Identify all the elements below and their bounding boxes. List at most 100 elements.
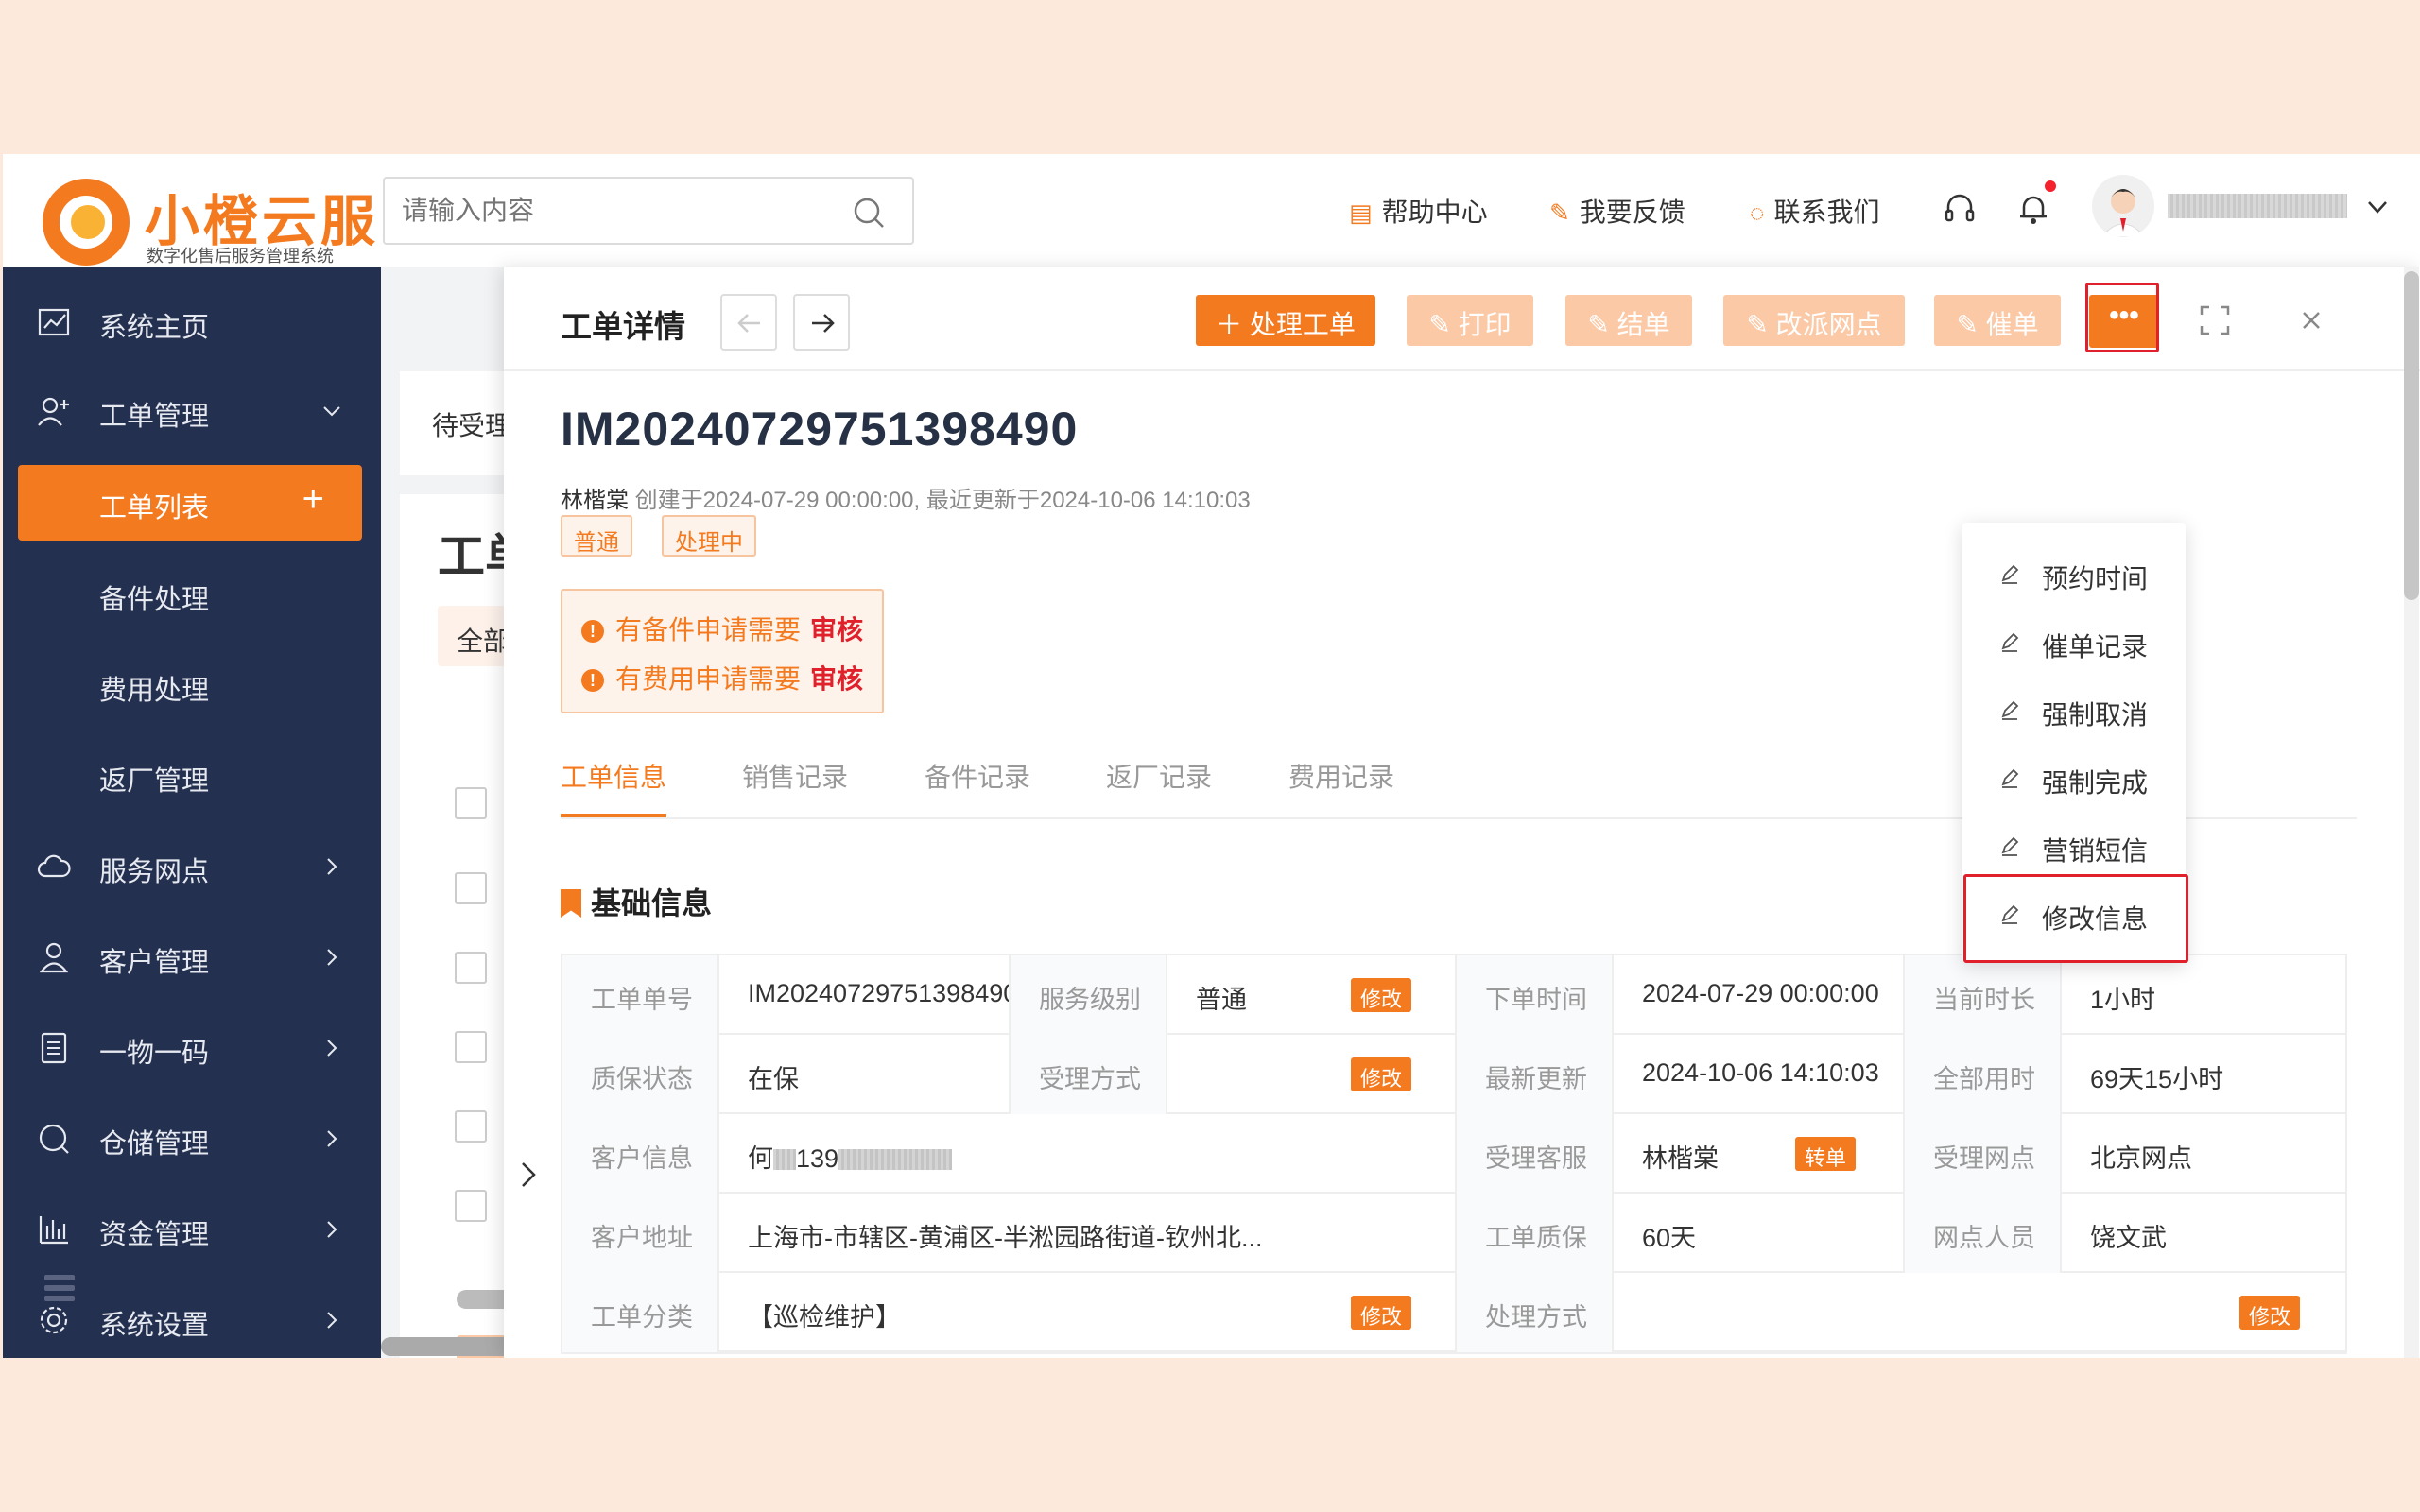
sidebar-item-home[interactable]: 系统主页 (3, 284, 381, 360)
sidebar-item-funds[interactable]: 资金管理 (3, 1192, 381, 1267)
tab-pending[interactable]: 待受理 (432, 405, 511, 443)
status-badge: 普通 (561, 515, 632, 557)
top-bar: 小橙云服 数字化售后服务管理系统 ▤ 帮助中心 ✎ 我要反馈 ◌ 联系我们 (3, 154, 2420, 267)
sidebar-item-work-order-list[interactable]: 工单列表 + (18, 465, 362, 541)
chevron-right-icon (327, 858, 337, 875)
sidebar-item-label: 费用处理 (99, 676, 210, 706)
search-icon[interactable] (852, 196, 886, 230)
sidebar-item-label: 客户管理 (99, 948, 210, 978)
menu-item-marketing-sms[interactable]: 营销短信 (1962, 812, 2186, 880)
row-checkbox[interactable] (455, 1110, 487, 1143)
bell-icon[interactable] (2014, 190, 2052, 228)
search-input[interactable] (402, 192, 837, 230)
sidebar-item-work-orders[interactable]: 工单管理 (3, 373, 381, 449)
sidebar-item-customers[interactable]: 客户管理 (3, 919, 381, 995)
plus-icon[interactable]: + (302, 480, 324, 518)
field-label: 下单时间 (1457, 955, 1614, 1035)
tab-sales-records[interactable]: 销售记录 (742, 757, 848, 795)
avatar[interactable] (2092, 175, 2154, 237)
field-label: 网点人员 (1905, 1194, 2062, 1273)
gear-icon (40, 1306, 68, 1334)
menu-item-appointment[interactable]: 预约时间 (1962, 540, 2186, 608)
table-row: 客户地址 上海市-市辖区-黄浦区-半淞园路街道-钦州北... 工单质保 60天 … (562, 1194, 2345, 1273)
checkbox-all[interactable] (455, 787, 487, 819)
tab-parts-records[interactable]: 备件记录 (925, 757, 1030, 795)
feedback-link[interactable]: ✎ 我要反馈 (1549, 192, 1685, 230)
outlet-value: 北京网点 (2090, 1144, 2192, 1173)
chevron-down-icon[interactable] (2364, 194, 2391, 220)
drawer-scrollbar[interactable] (2404, 267, 2419, 1358)
print-label: 打印 (1458, 310, 1512, 339)
row-checkbox[interactable] (455, 1031, 487, 1063)
chevron-right-icon (522, 1162, 536, 1187)
field-label: 受理客服 (1457, 1114, 1614, 1194)
contact-link[interactable]: ◌ 联系我们 (1750, 192, 1879, 230)
edit-level-button[interactable]: 修改 (1351, 978, 1412, 1012)
basic-info-table: 工单单号 IM20240729751398490 服务级别 普通 修改 下单时间 … (561, 954, 2347, 1354)
sidebar-item-parts[interactable]: 备件处理 (3, 557, 381, 632)
brand-subtitle: 数字化售后服务管理系统 (147, 247, 334, 266)
help-center-link[interactable]: ▤ 帮助中心 (1349, 192, 1488, 230)
review-link[interactable]: 审核 (810, 615, 863, 644)
menu-item-urge-records[interactable]: 催单记录 (1962, 608, 2186, 676)
drawer-header: 工单详情 ＋ 处理工单 ✎ 打印 ✎ 结单 ✎ 改派网点 ✎ 催单 ••• (504, 267, 2420, 371)
sidebar-item-label: 备件处理 (99, 585, 210, 615)
field-label: 受理方式 (1011, 1035, 1167, 1114)
brand-logo[interactable]: 小橙云服 数字化售后服务管理系统 (43, 169, 375, 266)
transfer-order-button[interactable]: 转单 (1795, 1137, 1857, 1171)
close-order-button[interactable]: ✎ 结单 (1565, 295, 1692, 346)
print-button[interactable]: ✎ 打印 (1407, 295, 1533, 346)
sidebar-item-service-outlets[interactable]: 服务网点 (3, 829, 381, 904)
user-add-icon (38, 397, 69, 426)
notice-text: 有备件申请需要 (615, 615, 802, 644)
total-time-value: 69天15小时 (2090, 1065, 2224, 1093)
row-checkbox[interactable] (455, 872, 487, 904)
tab-fee-records[interactable]: 费用记录 (1288, 757, 1394, 795)
field-label: 客户地址 (562, 1194, 719, 1273)
row-checkbox[interactable] (455, 1190, 487, 1222)
section-title: 基础信息 (591, 886, 713, 920)
menu-item-force-complete[interactable]: 强制完成 (1962, 744, 2186, 812)
urge-button[interactable]: ✎ 催单 (1934, 295, 2061, 346)
menu-item-label: 强制取消 (2042, 700, 2149, 730)
orange-logo-icon (43, 179, 130, 266)
sidebar-item-returns[interactable]: 返厂管理 (3, 738, 381, 814)
sidebar-item-one-code[interactable]: 一物一码 (3, 1010, 381, 1086)
notice-parts: ! 有备件申请需要 审核 (581, 610, 863, 647)
edit-accept-button[interactable]: 修改 (1351, 1057, 1412, 1091)
review-link[interactable]: 审核 (810, 664, 863, 694)
next-button[interactable] (793, 294, 850, 351)
notification-dot (2045, 180, 2056, 192)
previous-button[interactable] (720, 294, 777, 351)
chevron-right-icon (327, 1221, 337, 1238)
tab-return-records[interactable]: 返厂记录 (1106, 757, 1212, 795)
pen-icon: ✎ (1746, 310, 1776, 339)
document-icon (41, 1032, 67, 1064)
fullscreen-icon[interactable] (2196, 301, 2234, 339)
headset-icon[interactable] (1941, 190, 1979, 228)
sidebar-item-warehouse[interactable]: 仓储管理 (3, 1101, 381, 1177)
menu-item-force-cancel[interactable]: 强制取消 (1962, 676, 2186, 744)
edit-category-button[interactable]: 修改 (1351, 1296, 1412, 1330)
reassign-outlet-button[interactable]: ✎ 改派网点 (1723, 295, 1905, 346)
chevron-down-icon (323, 406, 340, 417)
expand-sidebar-button[interactable] (515, 1156, 544, 1194)
username-masked[interactable] (2168, 194, 2347, 218)
tab-order-info[interactable]: 工单信息 (561, 757, 666, 795)
edit-method-button[interactable]: 修改 (2239, 1296, 2301, 1330)
sidebar-item-label: 工单列表 (99, 493, 210, 524)
field-label: 受理网点 (1905, 1114, 2062, 1194)
staff-value: 饶文武 (2090, 1224, 2167, 1252)
field-label: 最新更新 (1457, 1035, 1614, 1114)
arrow-right-icon (812, 314, 835, 333)
sidebar-item-label: 系统主页 (99, 313, 210, 343)
search-box[interactable] (383, 177, 914, 245)
process-order-button[interactable]: ＋ 处理工单 (1196, 295, 1375, 346)
row-checkbox[interactable] (455, 952, 487, 984)
customer-phone: 139 (796, 1144, 839, 1173)
menu-collapse-icon[interactable] (41, 1269, 78, 1307)
close-icon[interactable] (2292, 301, 2330, 339)
scrollbar-thumb[interactable] (2404, 271, 2419, 600)
sidebar-item-fees[interactable]: 费用处理 (3, 647, 381, 723)
field-label: 处理方式 (1457, 1273, 1614, 1352)
